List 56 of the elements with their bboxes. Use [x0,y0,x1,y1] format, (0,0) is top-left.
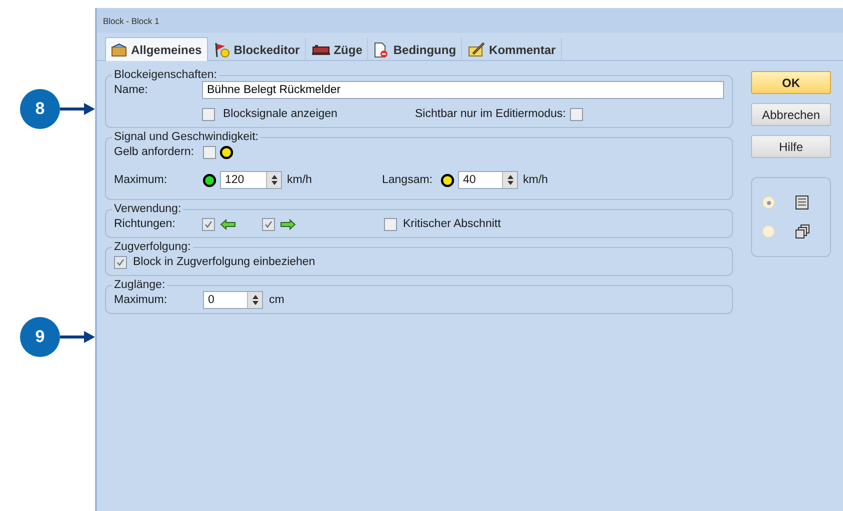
spin-arrows-icon[interactable] [252,294,258,306]
radio-button[interactable] [762,225,775,238]
right-arrow-icon [280,218,296,230]
spin-arrows-icon[interactable] [270,174,278,186]
checkbox-label: Sichtbar nur im Editiermodus: [415,108,566,120]
window-title: Block - Block 1 [103,16,160,26]
signal-lamp-icon [203,174,216,186]
field-label: Maximum: [114,294,168,306]
group-title: Signal und Geschwindigkeit: [113,131,260,143]
train-icon [312,44,330,56]
checkbox[interactable] [203,146,216,158]
flag-icon [214,42,230,58]
signal-lamp-icon [441,174,454,186]
group-title: Zugverfolgung: [113,241,192,253]
callout-badge: 9 [20,317,60,357]
group-title: Zuglänge: [113,279,166,291]
name-field[interactable]: Bühne Belegt Rückmelder [202,81,724,99]
tab[interactable]: Bedingung [368,37,462,61]
unit-label: km/h [287,174,313,186]
list-icon[interactable] [795,195,809,210]
tab[interactable]: Kommentar [462,37,562,61]
document-icon [374,42,390,58]
checkbox[interactable] [570,108,583,120]
field-label: Gelb anfordern: [114,146,195,158]
dialog-button[interactable]: OK [751,71,831,94]
callout-badge: 8 [20,89,60,129]
callout-arrow [60,102,95,116]
callout-arrow [60,330,95,344]
field-label: Langsam: [382,174,434,186]
signal-lamp-icon [220,146,233,158]
unit-label: cm [269,294,284,306]
checkbox-label: Kritischer Abschnitt [403,218,501,230]
checkbox[interactable] [202,108,215,120]
toolbox-icon [111,42,127,56]
checkbox[interactable] [384,218,397,230]
tab[interactable]: Züge [306,37,368,61]
dialog-button[interactable]: Abbrechen [751,103,831,126]
unit-label: km/h [523,174,548,186]
number-spinner[interactable]: 40 [458,171,518,189]
tab[interactable]: Blockeditor [208,37,306,61]
group-title: Blockeigenschaften: [113,69,218,81]
number-spinner[interactable]: 120 [220,171,282,189]
left-arrow-icon [220,218,236,230]
field-label: Name: [114,84,149,96]
tab[interactable]: Allgemeines [105,37,208,61]
checkbox-label: Block in Zugverfolgung einbeziehen [133,256,316,268]
pencil-note-icon [468,42,486,57]
group-title: Verwendung: [113,203,182,215]
field-label: Maximum: [114,174,168,186]
stacked-windows-icon[interactable] [795,224,810,239]
checkbox-label: Blocksignale anzeigen [223,108,338,120]
dialog-button[interactable]: Hilfe [751,135,831,158]
spin-arrows-icon[interactable] [506,174,514,186]
radio-button[interactable] [762,196,775,209]
number-spinner[interactable]: 0 [203,291,263,309]
field-label: Richtungen: [114,218,176,230]
